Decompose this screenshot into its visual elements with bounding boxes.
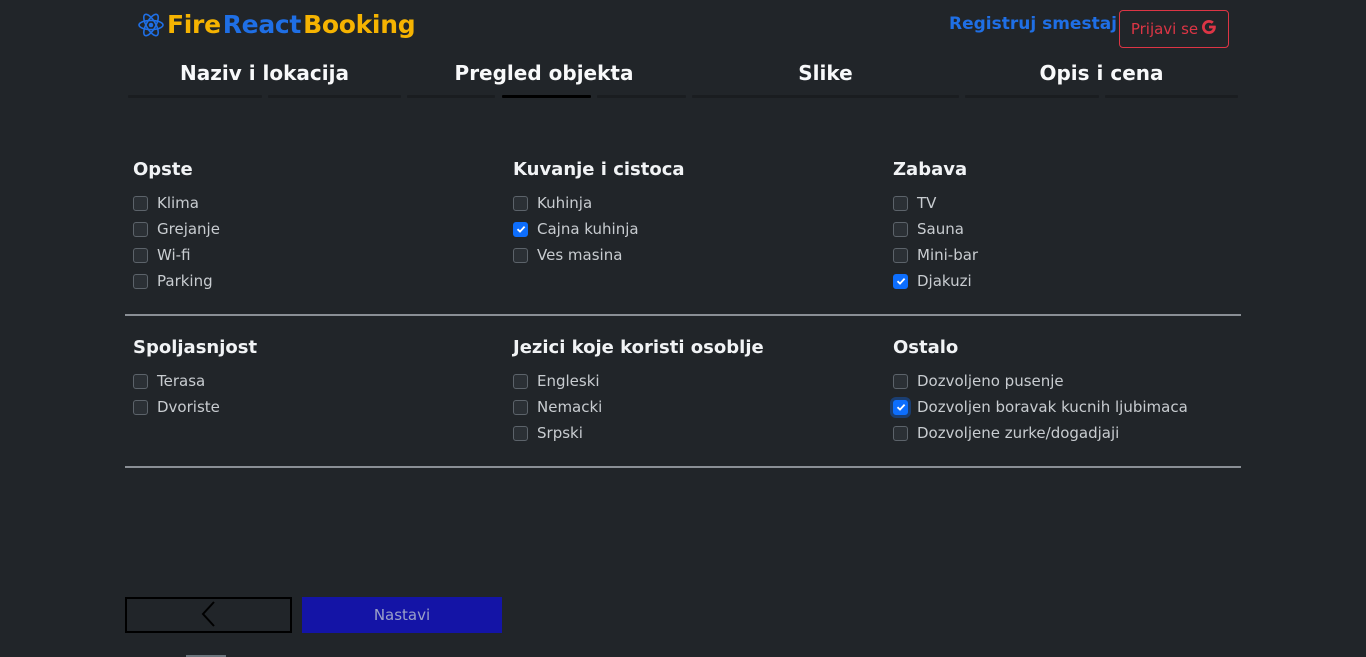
section-divider xyxy=(125,314,1241,316)
checkbox-label: Dozvoljene zurke/dogadjaji xyxy=(917,424,1120,442)
login-label: Prijavi se xyxy=(1130,20,1199,38)
checkbox-label: TV xyxy=(917,194,937,212)
checkbox-checked[interactable] xyxy=(893,273,908,289)
checkbox-label: Terasa xyxy=(157,372,206,390)
step-progress-segment xyxy=(597,95,686,98)
checkbox-label: Klima xyxy=(157,194,199,212)
login-button[interactable]: Prijavi se xyxy=(1119,10,1229,48)
group-title: Spoljasnjost xyxy=(133,337,258,358)
checkbox-option[interactable]: Mini-bar xyxy=(893,242,978,268)
step-tab-description-price[interactable]: Opis i cena xyxy=(965,61,1238,85)
group-title: Opste xyxy=(133,159,193,180)
checkbox-option[interactable]: Dvoriste xyxy=(133,394,257,420)
checkbox-label: Grejanje xyxy=(157,220,220,238)
checkbox-label: Sauna xyxy=(917,220,964,238)
step-progress-segment xyxy=(965,95,1099,98)
checkbox-label: Parking xyxy=(157,272,213,290)
checkbox-checked[interactable] xyxy=(893,399,908,415)
checkbox[interactable] xyxy=(513,247,528,263)
checkbox[interactable] xyxy=(893,373,908,389)
checkbox-option[interactable]: Cajna kuhinja xyxy=(513,216,685,242)
checkbox[interactable] xyxy=(893,195,908,211)
checkbox[interactable] xyxy=(133,373,148,389)
step-progress-segment xyxy=(1105,95,1238,98)
checkbox-label: Cajna kuhinja xyxy=(537,220,639,238)
checkbox-option[interactable]: Dozvoljen boravak kucnih ljubimaca xyxy=(893,394,1188,420)
step-tab-name-location[interactable]: Naziv i lokacija xyxy=(128,61,401,85)
checkbox-label: Kuhinja xyxy=(537,194,593,212)
checkbox-option[interactable]: Terasa xyxy=(133,368,257,394)
checkbox-option[interactable]: Engleski xyxy=(513,368,764,394)
amenity-group-cooking-cleaning: Kuvanje i cistoca Kuhinja Cajna kuhinja … xyxy=(513,158,685,268)
checkbox[interactable] xyxy=(513,195,528,211)
checkbox-option[interactable]: Djakuzi xyxy=(893,268,978,294)
step-progress-segment xyxy=(268,95,401,98)
chevron-left-icon xyxy=(200,600,218,631)
checkbox-option[interactable]: Srpski xyxy=(513,420,764,446)
section-divider xyxy=(125,466,1241,468)
google-icon xyxy=(1201,19,1217,39)
checkbox-option[interactable]: Parking xyxy=(133,268,220,294)
checkbox-label: Wi-fi xyxy=(157,246,191,264)
brand-text-react: React xyxy=(222,10,302,39)
register-property-link[interactable]: Registruj smestaj xyxy=(949,14,1117,34)
checkbox-option[interactable]: Nemacki xyxy=(513,394,764,420)
amenity-group-other: Ostalo Dozvoljeno pusenje Dozvoljen bora… xyxy=(893,336,1188,446)
group-title: Kuvanje i cistoca xyxy=(513,159,685,180)
checkbox-label: Nemacki xyxy=(537,398,603,416)
step-progress-segment-active xyxy=(502,95,591,98)
checkbox[interactable] xyxy=(513,399,528,415)
checkbox[interactable] xyxy=(893,247,908,263)
amenity-group-outdoor: Spoljasnjost Terasa Dvoriste xyxy=(133,336,257,420)
step-tab-property-overview[interactable]: Pregled objekta xyxy=(407,61,681,85)
brand-text-fire: Fire xyxy=(167,10,221,39)
group-title: Ostalo xyxy=(893,337,959,358)
amenity-group-entertainment: Zabava TV Sauna Mini-bar Djakuzi xyxy=(893,158,978,294)
checkbox-option[interactable]: Klima xyxy=(133,190,220,216)
checkbox[interactable] xyxy=(133,221,148,237)
amenity-group-staff-languages: Jezici koje koristi osoblje Engleski Nem… xyxy=(513,336,764,446)
checkbox-label: Srpski xyxy=(537,424,583,442)
checkbox-label: Dozvoljeno pusenje xyxy=(917,372,1064,390)
checkbox[interactable] xyxy=(133,195,148,211)
checkbox[interactable] xyxy=(133,399,148,415)
checkbox[interactable] xyxy=(133,273,148,289)
checkbox-label: Dvoriste xyxy=(157,398,220,416)
step-progress-segment xyxy=(128,95,262,98)
checkbox-checked[interactable] xyxy=(513,221,528,237)
checkbox-label: Dozvoljen boravak kucnih ljubimaca xyxy=(917,398,1188,416)
react-atom-icon xyxy=(137,11,165,39)
checkbox-label: Mini-bar xyxy=(917,246,979,264)
checkbox[interactable] xyxy=(893,221,908,237)
checkbox[interactable] xyxy=(893,425,908,441)
amenity-group-general: Opste Klima Grejanje Wi-fi Parking xyxy=(133,158,220,294)
checkbox-option[interactable]: Dozvoljeno pusenje xyxy=(893,368,1188,394)
checkbox[interactable] xyxy=(513,425,528,441)
group-title: Jezici koje koristi osoblje xyxy=(513,337,764,358)
step-progress-segment xyxy=(692,95,959,98)
back-button[interactable] xyxy=(125,597,292,633)
step-tab-images[interactable]: Slike xyxy=(692,61,959,85)
checkbox-label: Ves masina xyxy=(537,246,623,264)
continue-button[interactable]: Nastavi xyxy=(302,597,502,633)
checkbox-option[interactable]: Dozvoljene zurke/dogadjaji xyxy=(893,420,1188,446)
group-title: Zabava xyxy=(893,159,968,180)
checkbox-label: Djakuzi xyxy=(917,272,972,290)
step-progress-segment xyxy=(407,95,495,98)
checkbox-option[interactable]: Kuhinja xyxy=(513,190,685,216)
brand-text-booking: Booking xyxy=(303,10,416,39)
checkbox[interactable] xyxy=(133,247,148,263)
checkbox-option[interactable]: TV xyxy=(893,190,978,216)
checkbox-option[interactable]: Sauna xyxy=(893,216,978,242)
checkbox[interactable] xyxy=(513,373,528,389)
brand-logo[interactable]: Fire React Booking xyxy=(137,10,416,39)
checkbox-option[interactable]: Grejanje xyxy=(133,216,220,242)
checkbox-option[interactable]: Wi-fi xyxy=(133,242,220,268)
checkbox-label: Engleski xyxy=(537,372,600,390)
checkbox-option[interactable]: Ves masina xyxy=(513,242,685,268)
